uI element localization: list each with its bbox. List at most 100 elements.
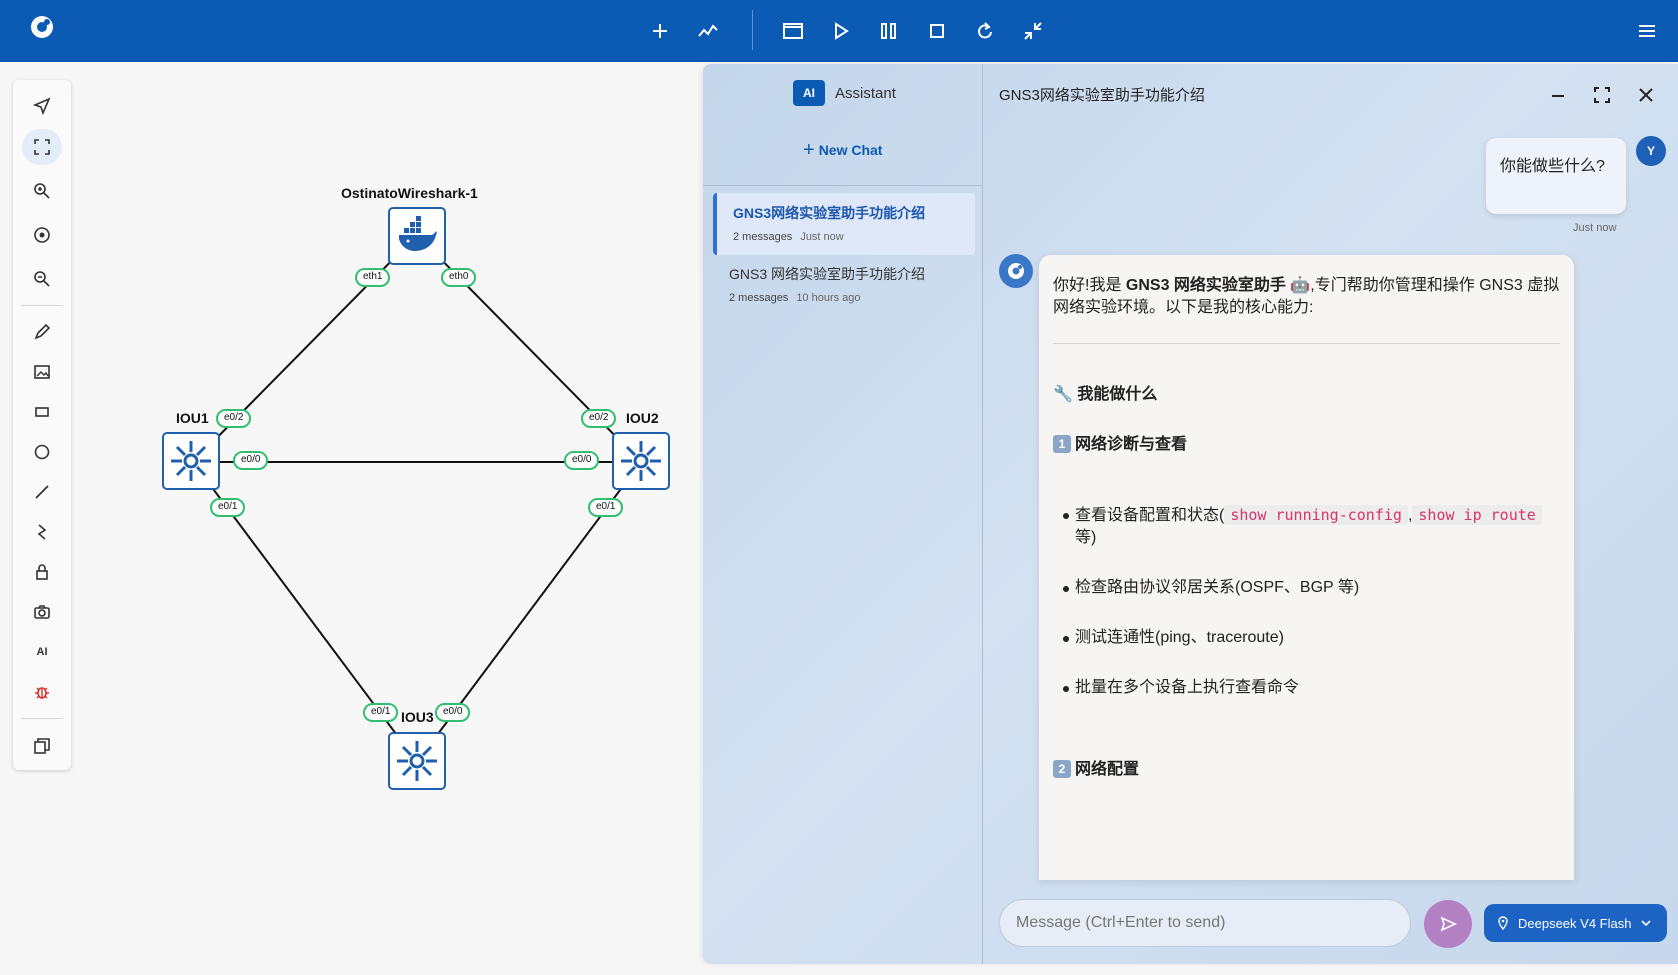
list-item: 检查路由协议邻居关系(OSPF、BGP 等)	[1053, 577, 1560, 599]
port-iou3-e01[interactable]: e0/1	[363, 703, 399, 722]
port-iou2-e01[interactable]: e0/1	[588, 498, 624, 517]
new-chat-label: New Chat	[818, 142, 883, 158]
keycap-number: 2	[1053, 760, 1071, 778]
traffic-chart-button[interactable]	[694, 17, 722, 45]
model-name: Deepseek V4 Flash	[1518, 915, 1632, 931]
chat-item-time: Just now	[800, 231, 844, 243]
chevron-down-icon	[1641, 920, 1652, 927]
chat-item-time: 10 hours ago	[796, 292, 861, 304]
minimize-icon	[1552, 95, 1564, 97]
port-iou1-e00[interactable]: e0/0	[233, 451, 269, 470]
close-icon	[1639, 88, 1653, 102]
chat-history-sidebar: AI Assistant + New Chat GNS3网络实验室助手功能介绍 …	[703, 64, 983, 964]
maximize-button[interactable]	[1589, 82, 1615, 108]
suspend-all-button[interactable]	[875, 17, 903, 45]
fullscreen-icon	[1594, 87, 1610, 103]
location-pin-icon	[1498, 916, 1508, 930]
console-all-button[interactable]	[779, 17, 807, 45]
chat-item-meta: 2 messages Just now	[733, 231, 959, 243]
docker-icon	[399, 216, 437, 251]
assistant-intro: 你好!我是 GNS3 网络实验室助手 🤖,专门帮助你管理和操作 GNS3 虚拟网…	[1053, 275, 1560, 319]
add-icon	[653, 24, 667, 38]
conversation-title: GNS3网络实验室助手功能介绍	[999, 87, 1205, 104]
message-input[interactable]: Message (Ctrl+Enter to send)	[999, 899, 1411, 947]
keycap-number: 1	[1053, 435, 1071, 453]
top-toolbar	[0, 0, 1678, 62]
section-title: 网络配置	[1075, 761, 1140, 778]
new-chat-button[interactable]: + New Chat	[803, 139, 883, 161]
model-selector[interactable]: Deepseek V4 Flash	[1484, 904, 1667, 942]
capability-list: 查看设备配置和状态(show running-config, show ip ro…	[1053, 504, 1560, 699]
node-label-wireshark: OstinatoWireshark-1	[341, 185, 478, 201]
user-message-time: Just now	[1573, 222, 1617, 234]
list-item: 批量在多个设备上执行查看命令	[1053, 677, 1560, 699]
ai-badge: AI	[793, 80, 825, 106]
assistant-tab-label: Assistant	[835, 84, 896, 102]
chat-item-title: GNS3网络实验室助手功能介绍	[733, 205, 926, 221]
list-item: 查看设备配置和状态(show running-config, show ip ro…	[1053, 504, 1560, 549]
node-iou1[interactable]	[162, 432, 220, 490]
collapse-icon	[1024, 22, 1042, 40]
node-iou3[interactable]	[388, 732, 446, 790]
main-menu-button[interactable]	[1633, 17, 1661, 45]
intro-bold: GNS3 网络实验室助手	[1125, 277, 1286, 294]
start-all-button[interactable]	[827, 17, 855, 45]
chat-item-count: 2 messages	[733, 231, 793, 243]
user-message-bubble: 你能做些什么?	[1486, 138, 1626, 214]
port-wireshark-eth1[interactable]: eth1	[355, 268, 391, 287]
stop-icon	[930, 24, 944, 38]
router-icon	[621, 441, 661, 481]
stop-all-button[interactable]	[923, 17, 951, 45]
node-iou2[interactable]	[612, 432, 670, 490]
list-item-text: 查看设备配置和状态(	[1075, 507, 1225, 524]
section-heading-config: 2 网络配置	[1053, 759, 1560, 781]
assistant-tab[interactable]: AI Assistant	[793, 80, 896, 106]
port-wireshark-eth0[interactable]: eth0	[441, 268, 477, 287]
section-title: 网络诊断与查看	[1075, 436, 1188, 453]
minimize-button[interactable]	[1545, 82, 1571, 108]
capabilities-heading: 🔧 我能做什么	[1053, 386, 1158, 403]
intro-text: 你好!我是	[1053, 277, 1126, 294]
pause-icon	[881, 23, 896, 39]
close-button[interactable]	[1633, 82, 1659, 108]
play-icon	[835, 22, 849, 40]
port-iou3-e00[interactable]: e0/0	[435, 703, 471, 722]
port-iou1-e01[interactable]: e0/1	[210, 498, 246, 517]
plus-icon: +	[803, 139, 815, 161]
add-node-button[interactable]	[646, 17, 674, 45]
list-item-text: 等)	[1075, 529, 1097, 546]
node-ostinato-wireshark[interactable]	[388, 207, 446, 265]
section-heading-diagnostics: 1 网络诊断与查看	[1053, 434, 1560, 456]
node-label-iou2: IOU2	[626, 410, 659, 426]
collapse-button[interactable]	[1019, 17, 1047, 45]
port-iou1-e02[interactable]: e0/2	[216, 409, 252, 428]
console-icon	[783, 23, 803, 39]
router-icon	[171, 441, 211, 481]
gns3-logo-icon	[1008, 263, 1024, 279]
assistant-message-bubble: 你好!我是 GNS3 网络实验室助手 🤖,专门帮助你管理和操作 GNS3 虚拟网…	[1039, 255, 1574, 880]
ai-assistant-panel: AI Assistant + New Chat GNS3网络实验室助手功能介绍 …	[703, 64, 1678, 964]
toolbar-divider	[752, 10, 753, 50]
send-icon	[1440, 916, 1457, 932]
chat-item-meta: 2 messages 10 hours ago	[729, 292, 959, 304]
node-label-iou1: IOU1	[176, 410, 209, 426]
chat-list-item[interactable]: GNS3 网络实验室助手功能介绍 2 messages 10 hours ago	[713, 254, 975, 316]
router-icon	[397, 741, 437, 781]
reload-all-button[interactable]	[971, 17, 999, 45]
chat-list-item-active[interactable]: GNS3网络实验室助手功能介绍 2 messages Just now	[713, 193, 975, 255]
user-message-text: 你能做些什么?	[1500, 158, 1605, 175]
chat-item-title: GNS3 网络实验室助手功能介绍	[729, 266, 926, 282]
port-iou2-e02[interactable]: e0/2	[581, 409, 617, 428]
list-item: 测试连通性(ping、traceroute)	[1053, 627, 1560, 649]
send-button[interactable]	[1424, 900, 1472, 948]
reload-icon	[978, 22, 992, 39]
inline-code: show ip route	[1412, 505, 1542, 525]
message-input-placeholder: Message (Ctrl+Enter to send)	[1016, 914, 1226, 931]
chat-list-divider	[703, 185, 983, 186]
topology-canvas[interactable]: OstinatoWireshark-1 eth1 eth0 IOU1 e0/2 …	[0, 62, 705, 975]
chart-icon	[698, 24, 718, 37]
message-divider	[1053, 343, 1560, 344]
user-avatar: Y	[1636, 136, 1666, 166]
gns3-logo-icon[interactable]	[28, 13, 56, 41]
port-iou2-e00[interactable]: e0/0	[564, 451, 600, 470]
